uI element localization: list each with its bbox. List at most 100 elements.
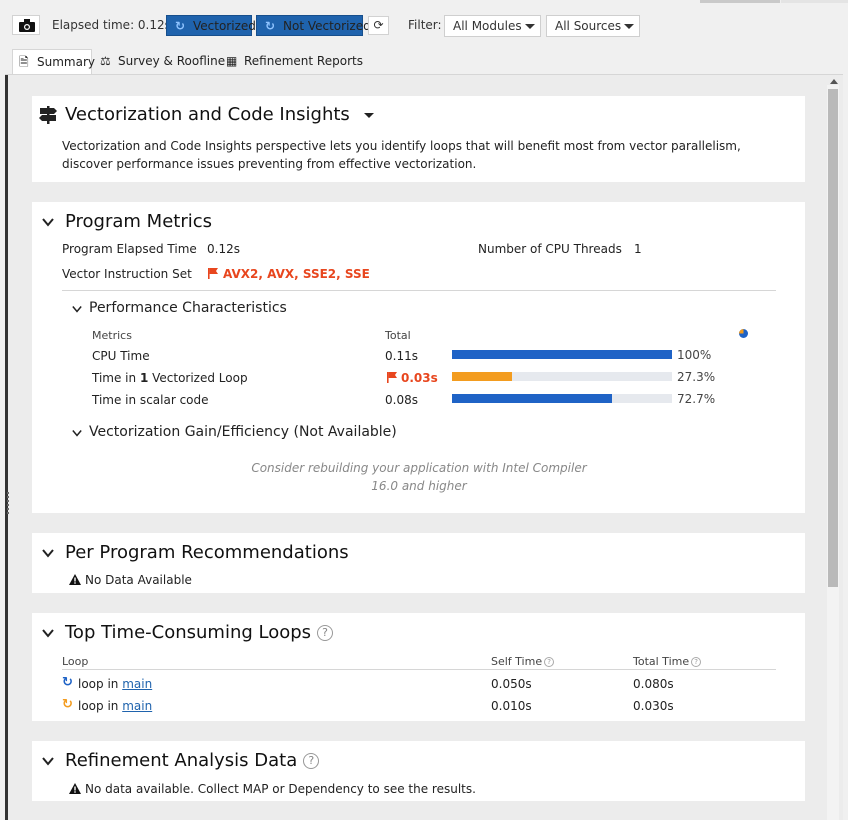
vectorization-gain-title[interactable]: Vectorization Gain/Efficiency (Not Avail… — [89, 424, 397, 440]
tab-survey-roofline[interactable]: ⚖ Survey & Roofline — [94, 49, 225, 74]
top-loops-card: Top Time-Consuming Loops? Loop Self Time… — [32, 613, 805, 721]
loop-vectorized-icon: ↻ — [62, 675, 73, 690]
summary-icon: 🗎 — [19, 55, 29, 69]
not-vectorized-label: Not Vectorized — [283, 19, 371, 33]
vectorized-label: Vectorized — [193, 19, 256, 33]
vectorized-loop-bar — [452, 372, 672, 381]
chevron-down-icon — [363, 112, 374, 118]
tab-refinement-reports[interactable]: ▦ Refinement Reports — [220, 49, 363, 74]
tab-label: Survey & Roofline — [118, 54, 226, 68]
self-time-column-header[interactable]: Self Time? — [491, 655, 555, 668]
loop-not-vectorized-icon: ↻ — [62, 697, 73, 712]
cpu-time-label: CPU Time — [92, 349, 150, 363]
loop-name: loop in main — [78, 699, 152, 713]
cpu-time-percent: 100% — [677, 348, 712, 362]
loop-column-header[interactable]: Loop — [62, 655, 88, 668]
top-loops-title-text: Top Time-Consuming Loops — [65, 622, 312, 643]
divider — [62, 669, 776, 670]
divider — [62, 290, 776, 291]
loop-prefix: loop in — [78, 699, 123, 713]
loop-prefix: loop in — [78, 677, 123, 691]
elapsed-value: 0.12s — [207, 242, 240, 256]
label-part: Vectorized Loop — [148, 371, 248, 385]
isa-label: Vector Instruction Set — [62, 267, 192, 281]
vectorized-filter-button[interactable]: ↻ Vectorized — [166, 15, 256, 36]
chevron-down-icon — [624, 24, 634, 29]
cpu-time-bar-fill — [452, 350, 672, 359]
function-link[interactable]: main — [122, 699, 152, 713]
pie-chart-icon[interactable] — [739, 329, 748, 338]
total-time-label: Total Time — [633, 655, 690, 668]
vectorized-loop-total: 0.03s — [401, 371, 438, 385]
left-border — [5, 75, 8, 820]
top-loops-title[interactable]: Top Time-Consuming Loops? — [65, 622, 334, 643]
isa-value: AVX2, AVX, SSE2, SSE — [223, 267, 370, 281]
scalar-code-bar-fill — [452, 394, 612, 403]
window-edge — [781, 0, 848, 3]
gain-note: Consider rebuilding your application wit… — [219, 459, 619, 495]
scroll-up-arrow[interactable] — [830, 79, 838, 84]
reset-filter-button[interactable]: ⟳ — [368, 16, 389, 35]
tab-summary[interactable]: 🗎 Summary — [12, 49, 95, 74]
filter-label: Filter: — [408, 18, 442, 32]
chevron-down-icon[interactable] — [42, 216, 54, 228]
help-icon[interactable]: ? — [544, 657, 555, 667]
threads-value: 1 — [634, 242, 642, 256]
insights-title[interactable]: Vectorization and Code Insights — [65, 104, 374, 125]
chevron-down-icon — [525, 24, 535, 29]
loop-name: loop in main — [78, 677, 152, 691]
refinement-title-text: Refinement Analysis Data — [65, 750, 298, 771]
scalar-code-label: Time in scalar code — [92, 393, 209, 407]
gain-note-line: Consider rebuilding your application wit… — [251, 461, 587, 475]
refinement-card: Refinement Analysis Data? No data availa… — [32, 741, 805, 801]
insights-card: Vectorization and Code Insights Vectoriz… — [32, 96, 805, 182]
help-icon[interactable]: ? — [691, 657, 702, 667]
total-time-value: 0.030s — [633, 699, 674, 713]
help-icon[interactable]: ? — [303, 753, 320, 769]
snapshot-button[interactable] — [12, 15, 40, 35]
tab-label: Refinement Reports — [244, 54, 363, 68]
reset-filter-icon: ⟳ — [373, 18, 384, 32]
window-edge — [700, 0, 780, 3]
chevron-down-icon[interactable] — [42, 627, 54, 639]
sources-value: All Sources — [555, 19, 622, 33]
recommendations-card: Per Program Recommendations No Data Avai… — [32, 533, 805, 593]
self-time-value: 0.010s — [491, 699, 532, 713]
cpu-time-bar — [452, 350, 672, 359]
insights-title-text: Vectorization and Code Insights — [65, 104, 350, 125]
function-link[interactable]: main — [122, 677, 152, 691]
program-metrics-card: Program Metrics Program Elapsed Time 0.1… — [32, 202, 805, 513]
modules-dropdown[interactable]: All Modules — [444, 15, 541, 37]
recommendations-message: No Data Available — [85, 573, 192, 587]
cpu-time-total: 0.11s — [385, 349, 418, 363]
chevron-down-icon[interactable] — [42, 755, 54, 767]
resize-grip[interactable] — [6, 491, 10, 515]
tab-label: Summary — [37, 55, 95, 69]
self-time-value: 0.050s — [491, 677, 532, 691]
loop-vectorized-icon: ↻ — [175, 19, 186, 33]
sources-dropdown[interactable]: All Sources — [546, 15, 640, 37]
not-vectorized-filter-button[interactable]: ↻ Not Vectorized — [256, 15, 371, 36]
camera-icon — [19, 19, 35, 32]
scalar-code-bar — [452, 394, 672, 403]
chevron-down-icon[interactable] — [72, 428, 82, 438]
total-time-value: 0.080s — [633, 677, 674, 691]
threads-label: Number of CPU Threads — [478, 242, 622, 256]
refinement-title[interactable]: Refinement Analysis Data? — [65, 750, 320, 771]
program-metrics-title[interactable]: Program Metrics — [65, 211, 212, 232]
vectorized-loop-percent: 27.3% — [677, 370, 716, 384]
refinement-message: No data available. Collect MAP or Depend… — [85, 782, 476, 796]
total-column-header: Total — [385, 329, 411, 342]
metrics-column-header: Metrics — [92, 329, 132, 342]
chevron-down-icon[interactable] — [72, 304, 82, 314]
summary-content: Vectorization and Code Insights Vectoriz… — [5, 74, 843, 820]
total-time-column-header[interactable]: Total Time? — [633, 655, 702, 668]
scrollbar-thumb[interactable] — [828, 89, 838, 587]
gain-note-line: 16.0 and higher — [371, 479, 467, 493]
performance-characteristics-title[interactable]: Performance Characteristics — [89, 300, 287, 316]
chevron-down-icon[interactable] — [42, 547, 54, 559]
signpost-icon — [39, 106, 57, 124]
elapsed-label: Program Elapsed Time — [62, 242, 197, 256]
recommendations-title[interactable]: Per Program Recommendations — [65, 542, 349, 563]
help-icon[interactable]: ? — [317, 625, 334, 641]
